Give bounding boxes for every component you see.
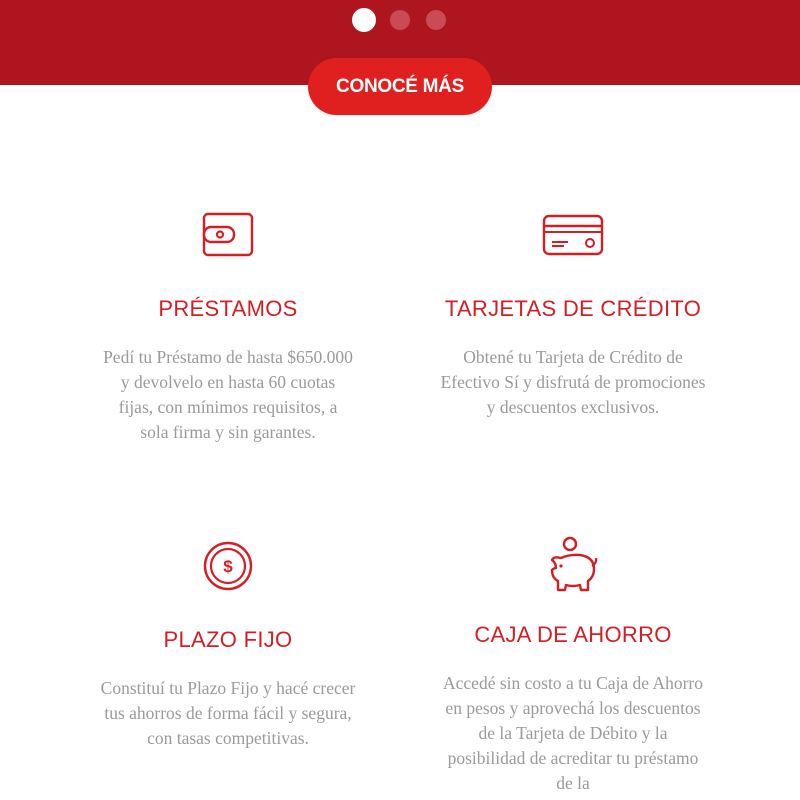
product-title: PRÉSTAMOS: [158, 296, 298, 321]
product-description: Accedé sin costo a tu Caja de Ahorro en …: [443, 673, 703, 793]
svg-text:$: $: [223, 557, 233, 576]
wallet-icon: [202, 212, 254, 257]
piggy-bank-icon: [550, 536, 598, 592]
carousel-dot-3[interactable]: [426, 10, 446, 30]
product-card-caja-de-ahorro[interactable]: CAJA DE AHORRO Accedé sin costo a tu Caj…: [423, 536, 723, 796]
product-description: Pedí tu Préstamo de hasta $650.000 y dev…: [103, 347, 353, 442]
product-description: Constituí tu Plazo Fijo y hacé crecer tu…: [100, 678, 356, 748]
product-title: PLAZO FIJO: [163, 627, 293, 652]
credit-card-icon: [542, 214, 604, 256]
product-card-tarjetas[interactable]: TARJETAS DE CRÉDITO Obtené tu Tarjeta de…: [423, 210, 723, 420]
product-card-prestamos[interactable]: PRÉSTAMOS Pedí tu Préstamo de hasta $650…: [78, 210, 378, 445]
carousel-dots: [0, 8, 800, 33]
product-title: CAJA DE AHORRO: [474, 622, 672, 647]
learn-more-button[interactable]: CONOCÉ MÁS: [308, 58, 492, 115]
carousel-dot-2[interactable]: [390, 10, 410, 30]
product-title: TARJETAS DE CRÉDITO: [444, 296, 702, 321]
product-card-plazo-fijo[interactable]: $ PLAZO FIJO Constituí tu Plazo Fijo y h…: [78, 541, 378, 751]
dollar-coin-icon: $: [203, 541, 253, 591]
product-description: Obtené tu Tarjeta de Crédito de Efectivo…: [440, 347, 706, 417]
carousel-dot-1[interactable]: [352, 8, 376, 32]
